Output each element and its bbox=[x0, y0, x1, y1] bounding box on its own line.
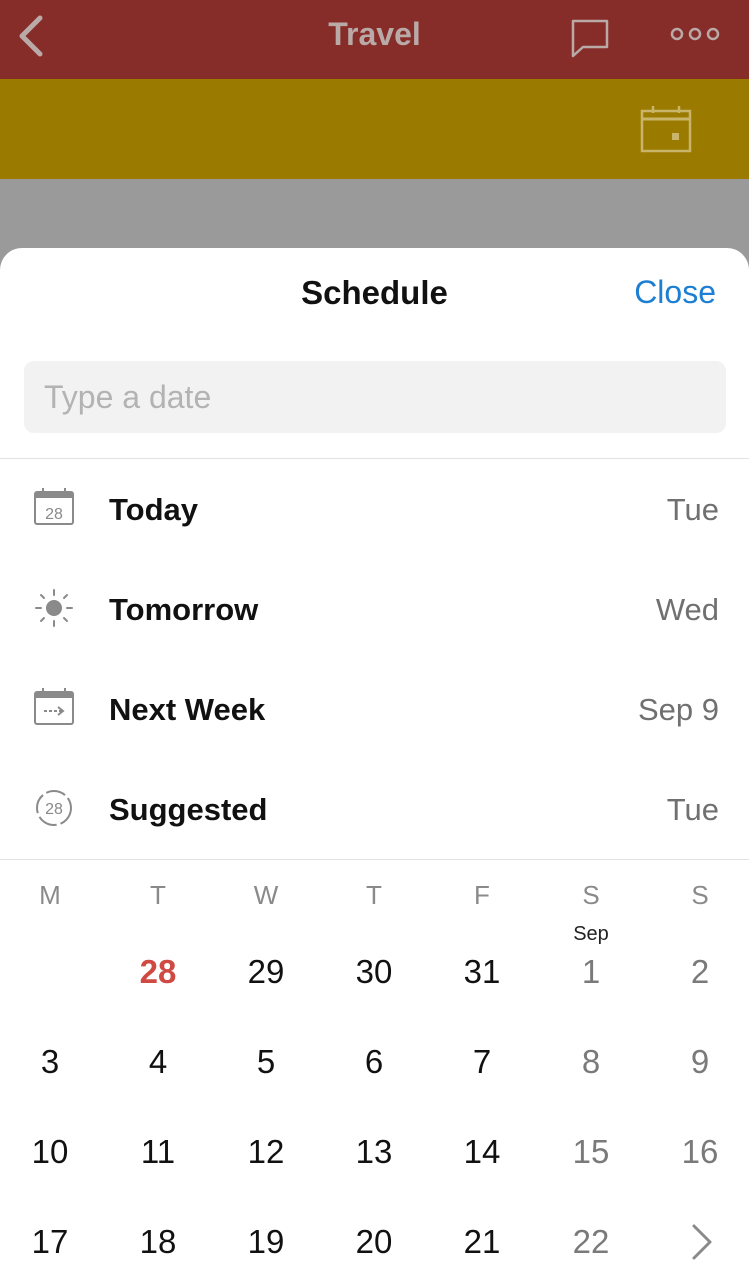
calendar-today-icon-text: 28 bbox=[45, 506, 63, 523]
option-value: Sep 9 bbox=[637, 692, 719, 727]
calendar-week-row: 10 11 12 13 14 15 16 bbox=[0, 1133, 749, 1193]
calendar-day[interactable]: 4 bbox=[123, 1043, 193, 1103]
calendar-day-today[interactable]: 28 bbox=[123, 953, 193, 1013]
weekday-label: T bbox=[366, 880, 382, 910]
date-input[interactable] bbox=[24, 361, 726, 433]
weekday-label: T bbox=[150, 880, 166, 910]
calendar-day[interactable]: 29 bbox=[231, 953, 301, 1013]
calendar-day[interactable]: 8 bbox=[556, 1043, 626, 1103]
calendar-day[interactable]: 15 bbox=[556, 1133, 626, 1193]
page-title: Travel bbox=[328, 16, 421, 52]
option-label: Tomorrow bbox=[109, 592, 259, 627]
calendar-day[interactable]: 10 bbox=[15, 1133, 85, 1193]
option-tomorrow[interactable]: Tomorrow Wed bbox=[0, 570, 749, 650]
calendar-icon[interactable] bbox=[640, 105, 694, 153]
weekday-label: S bbox=[691, 880, 709, 910]
calendar-next-week-icon bbox=[34, 688, 74, 725]
option-value: Tue bbox=[666, 792, 719, 827]
project-band bbox=[0, 79, 749, 179]
calendar-day[interactable]: 13 bbox=[339, 1133, 409, 1193]
calendar-day[interactable]: 9 bbox=[665, 1043, 735, 1103]
option-label: Today bbox=[109, 492, 198, 527]
suggested-icon: 28 bbox=[36, 790, 72, 826]
calendar-day[interactable]: 22 bbox=[556, 1223, 626, 1283]
calendar-day[interactable]: 30 bbox=[339, 953, 409, 1013]
calendar-day[interactable]: 5 bbox=[231, 1043, 301, 1103]
chevron-right-icon[interactable] bbox=[686, 1222, 716, 1262]
weekday-header: M T W T F S S bbox=[0, 880, 749, 940]
calendar-day[interactable]: 11 bbox=[123, 1133, 193, 1193]
calendar-day[interactable]: 18 bbox=[123, 1223, 193, 1283]
option-next-week[interactable]: Next Week Sep 9 bbox=[0, 670, 749, 750]
calendar-day[interactable]: 7 bbox=[447, 1043, 517, 1103]
calendar-day[interactable]: 12 bbox=[231, 1133, 301, 1193]
weekday-label: F bbox=[474, 880, 490, 910]
calendar-day[interactable]: Sep 1 bbox=[556, 923, 626, 1013]
option-label: Suggested bbox=[109, 792, 268, 827]
weekday-label: M bbox=[39, 880, 61, 910]
top-nav-bar: Travel bbox=[0, 0, 749, 79]
calendar-day-number: 1 bbox=[581, 953, 601, 990]
calendar-day[interactable]: 21 bbox=[447, 1223, 517, 1283]
calendar-day[interactable]: 19 bbox=[231, 1223, 301, 1283]
divider bbox=[0, 458, 749, 459]
option-label: Next Week bbox=[109, 692, 266, 727]
option-today[interactable]: 28 Today Tue bbox=[0, 470, 749, 550]
weekday-label: S bbox=[582, 880, 600, 910]
calendar-day[interactable]: 6 bbox=[339, 1043, 409, 1103]
calendar-week-row: 17 18 19 20 21 22 bbox=[0, 1223, 749, 1283]
calendar-day[interactable]: 20 bbox=[339, 1223, 409, 1283]
weekday-label: W bbox=[253, 880, 279, 910]
close-button[interactable]: Close bbox=[634, 274, 716, 311]
sun-icon bbox=[35, 589, 73, 627]
comment-icon[interactable] bbox=[570, 18, 610, 58]
calendar-today-icon: 28 bbox=[34, 488, 74, 525]
dimmed-overlay[interactable] bbox=[0, 179, 749, 259]
calendar-day[interactable]: 3 bbox=[15, 1043, 85, 1103]
month-label: Sep bbox=[573, 923, 609, 945]
calendar-day[interactable]: 16 bbox=[665, 1133, 735, 1193]
calendar-week-row: 28 29 30 31 Sep 1 2 bbox=[0, 923, 749, 1013]
calendar-day[interactable]: 31 bbox=[447, 953, 517, 1013]
option-suggested[interactable]: 28 Suggested Tue bbox=[0, 770, 749, 850]
schedule-sheet: Schedule Close 28 Today Tue bbox=[0, 248, 749, 1288]
calendar-day[interactable]: 17 bbox=[15, 1223, 85, 1283]
more-dots-icon[interactable] bbox=[670, 24, 720, 44]
calendar-day[interactable]: 14 bbox=[447, 1133, 517, 1193]
option-value: Wed bbox=[655, 592, 719, 627]
suggested-icon-text: 28 bbox=[45, 801, 63, 818]
option-value: Tue bbox=[666, 492, 719, 527]
calendar-day[interactable]: 2 bbox=[665, 953, 735, 1013]
divider bbox=[0, 859, 749, 860]
calendar-week-row: 3 4 5 6 7 8 9 bbox=[0, 1043, 749, 1103]
